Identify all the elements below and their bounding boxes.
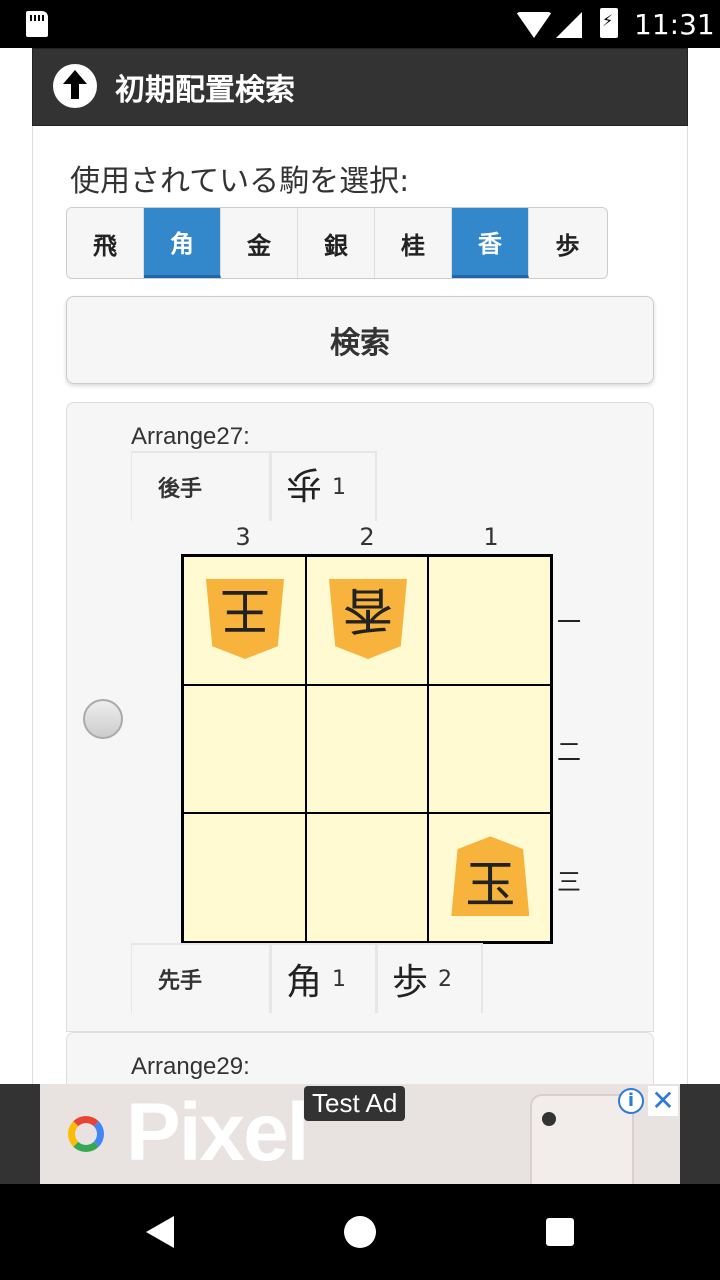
gote-label: 後手 [131,451,271,521]
gote-hand: 後手 歩 1 [131,451,377,521]
up-arrow-icon[interactable] [53,64,97,108]
row-numbers: 一 二 三 [557,554,587,944]
phone-image [530,1094,634,1184]
home-icon[interactable] [344,1216,376,1248]
piece-toggle-keima[interactable]: 桂 [375,208,452,278]
board-cell-1-2[interactable] [428,684,551,814]
row-number: 二 [557,737,581,766]
navigation-bar [0,1184,720,1280]
ad-badge: Test Ad [304,1086,406,1121]
ad-banner[interactable]: Pixel Test Ad i ✕ [0,1084,720,1184]
board-cell-2-1[interactable]: 香 [305,556,429,685]
sente-hand-piece: 歩 2 [377,943,483,1013]
board-cell-2-3[interactable] [305,813,429,942]
google-logo-icon [68,1116,104,1152]
piece-toggle-kin[interactable]: 金 [221,208,298,278]
row-number: 一 [557,607,581,636]
board-cell-3-1[interactable]: 王 [183,556,306,685]
signal-icon [556,12,582,38]
ad-content[interactable]: Pixel Test Ad i ✕ [40,1084,680,1184]
hand-piece-count: 1 [332,474,347,500]
app-header: 初期配置検索 [32,48,688,126]
close-icon[interactable]: ✕ [648,1086,678,1116]
sente-king-piece: 玉 [451,836,530,917]
gote-hand-piece: 歩 1 [271,451,377,521]
result-card: Arrange27: 後手 歩 1 3 2 1 王 香 玉 一 二 三 先手 角… [66,402,654,1032]
piece-toggle-fu[interactable]: 歩 [529,208,606,278]
column-numbers: 3 2 1 [181,523,553,551]
result-radio[interactable] [83,699,123,739]
sente-hand: 先手 角 1 歩 2 [131,943,483,1013]
sente-hand-piece: 角 1 [271,943,377,1013]
wifi-icon [516,12,552,38]
board-cell-2-2[interactable] [305,684,429,814]
board-cell-1-1[interactable] [428,556,551,685]
column-number: 1 [483,523,499,551]
board-cell-3-3[interactable] [183,813,306,942]
hand-piece-kanji: 角 [286,962,323,1003]
result-card: Arrange29: [66,1032,654,1092]
board-cell-3-2[interactable] [183,684,306,814]
piece-select-label: 使用されている駒を選択: [70,164,410,199]
column-number: 3 [235,523,251,551]
info-icon[interactable]: i [618,1088,644,1114]
clock: 11:31 [634,8,715,41]
battery-charging-icon [600,8,618,38]
hand-piece-count: 2 [438,966,453,992]
piece-toggle-gin[interactable]: 銀 [298,208,375,278]
ad-brand: Pixel [126,1087,309,1178]
arrange-title: Arrange27: [131,423,250,450]
sd-card-icon [26,11,48,37]
page-title: 初期配置検索 [115,73,295,108]
shogi-board: 王 香 玉 [181,554,553,944]
board-cell-1-3[interactable]: 玉 [428,813,551,942]
gote-lance-piece: 香 [329,579,407,659]
hand-piece-count: 1 [332,966,347,992]
search-button[interactable]: 検索 [66,296,654,384]
screen: 11:31 初期配置検索 使用されている駒を選択: 飛 角 金 銀 桂 香 歩 … [0,0,720,1280]
gote-king-piece: 王 [206,579,284,659]
row-number: 三 [557,867,581,896]
column-number: 2 [359,523,375,551]
arrange-title: Arrange29: [131,1053,250,1080]
piece-toggle-kyosha[interactable]: 香 [452,208,529,278]
status-bar: 11:31 [0,0,720,48]
recents-icon[interactable] [546,1218,574,1246]
piece-toggle-kaku[interactable]: 角 [144,208,221,278]
hand-piece-kanji: 歩 [392,962,429,1003]
back-icon[interactable] [146,1216,174,1248]
hand-piece-kanji: 歩 [286,463,323,504]
sente-label: 先手 [131,943,271,1013]
piece-toggle-hisha[interactable]: 飛 [67,208,144,278]
piece-selector: 飛 角 金 銀 桂 香 歩 [66,207,608,279]
